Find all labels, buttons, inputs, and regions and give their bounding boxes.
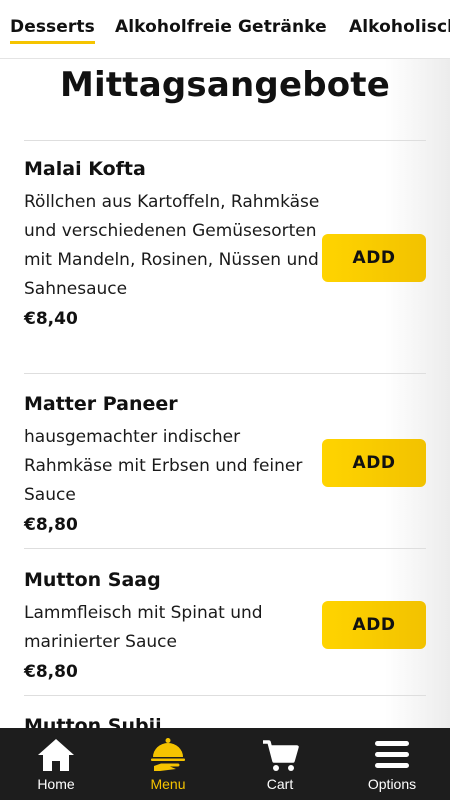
add-button[interactable]: ADD: [322, 234, 426, 282]
divider: [24, 140, 426, 141]
item-description: Lammfleisch mit Spinat und marinierter S…: [24, 603, 263, 652]
nav-menu[interactable]: Menu: [112, 728, 224, 800]
hamburger-menu-icon: [375, 741, 409, 768]
item-name: Mutton Subji: [24, 715, 162, 728]
tab-alkoholische[interactable]: Alkoholische: [349, 17, 450, 37]
bottom-navigation: Home Menu Cart Options: [0, 728, 450, 800]
category-tab-bar: Desserts Alkoholfreie Getränke Alkoholis…: [0, 0, 450, 59]
nav-cart[interactable]: Cart: [224, 728, 336, 800]
section-title: Mittagsangebote: [59, 65, 391, 105]
divider: [24, 695, 426, 696]
item-price: €8,80: [24, 515, 78, 535]
nav-label: Cart: [266, 776, 294, 792]
nav-label: Options: [367, 776, 417, 792]
add-button[interactable]: ADD: [322, 601, 426, 649]
tab-desserts[interactable]: Desserts: [10, 17, 95, 37]
menu-item: Mutton Subji: [24, 713, 426, 728]
item-name: Malai Kofta: [24, 158, 146, 180]
item-description: Röllchen aus Kartoffeln, Rahmkäse und ve…: [24, 192, 320, 299]
home-icon: [38, 739, 74, 771]
nav-options[interactable]: Options: [336, 728, 448, 800]
cart-icon: [263, 740, 299, 771]
item-price: €8,80: [24, 662, 78, 682]
item-description: hausgemachter indischer Rahmkäse mit Erb…: [24, 427, 303, 505]
food-tray-icon: [151, 738, 185, 771]
menu-content[interactable]: Mittagsangebote Malai Kofta Röllchen aus…: [0, 59, 450, 728]
tab-alkoholfreie-getraenke[interactable]: Alkoholfreie Getränke: [115, 17, 327, 37]
add-button[interactable]: ADD: [322, 439, 426, 487]
active-tab-indicator: [10, 41, 95, 44]
menu-item: Mutton Saag Lammfleisch mit Spinat und m…: [24, 567, 426, 685]
item-price: €8,40: [24, 309, 78, 329]
menu-item: Matter Paneer hausgemachter indischer Ra…: [24, 391, 426, 538]
divider: [24, 548, 426, 549]
nav-label: Home: [37, 776, 75, 792]
item-name: Mutton Saag: [24, 569, 161, 591]
nav-home[interactable]: Home: [0, 728, 112, 800]
divider: [24, 373, 426, 374]
menu-item: Malai Kofta Röllchen aus Kartoffeln, Rah…: [24, 156, 426, 332]
item-name: Matter Paneer: [24, 393, 178, 415]
nav-label: Menu: [150, 776, 186, 792]
